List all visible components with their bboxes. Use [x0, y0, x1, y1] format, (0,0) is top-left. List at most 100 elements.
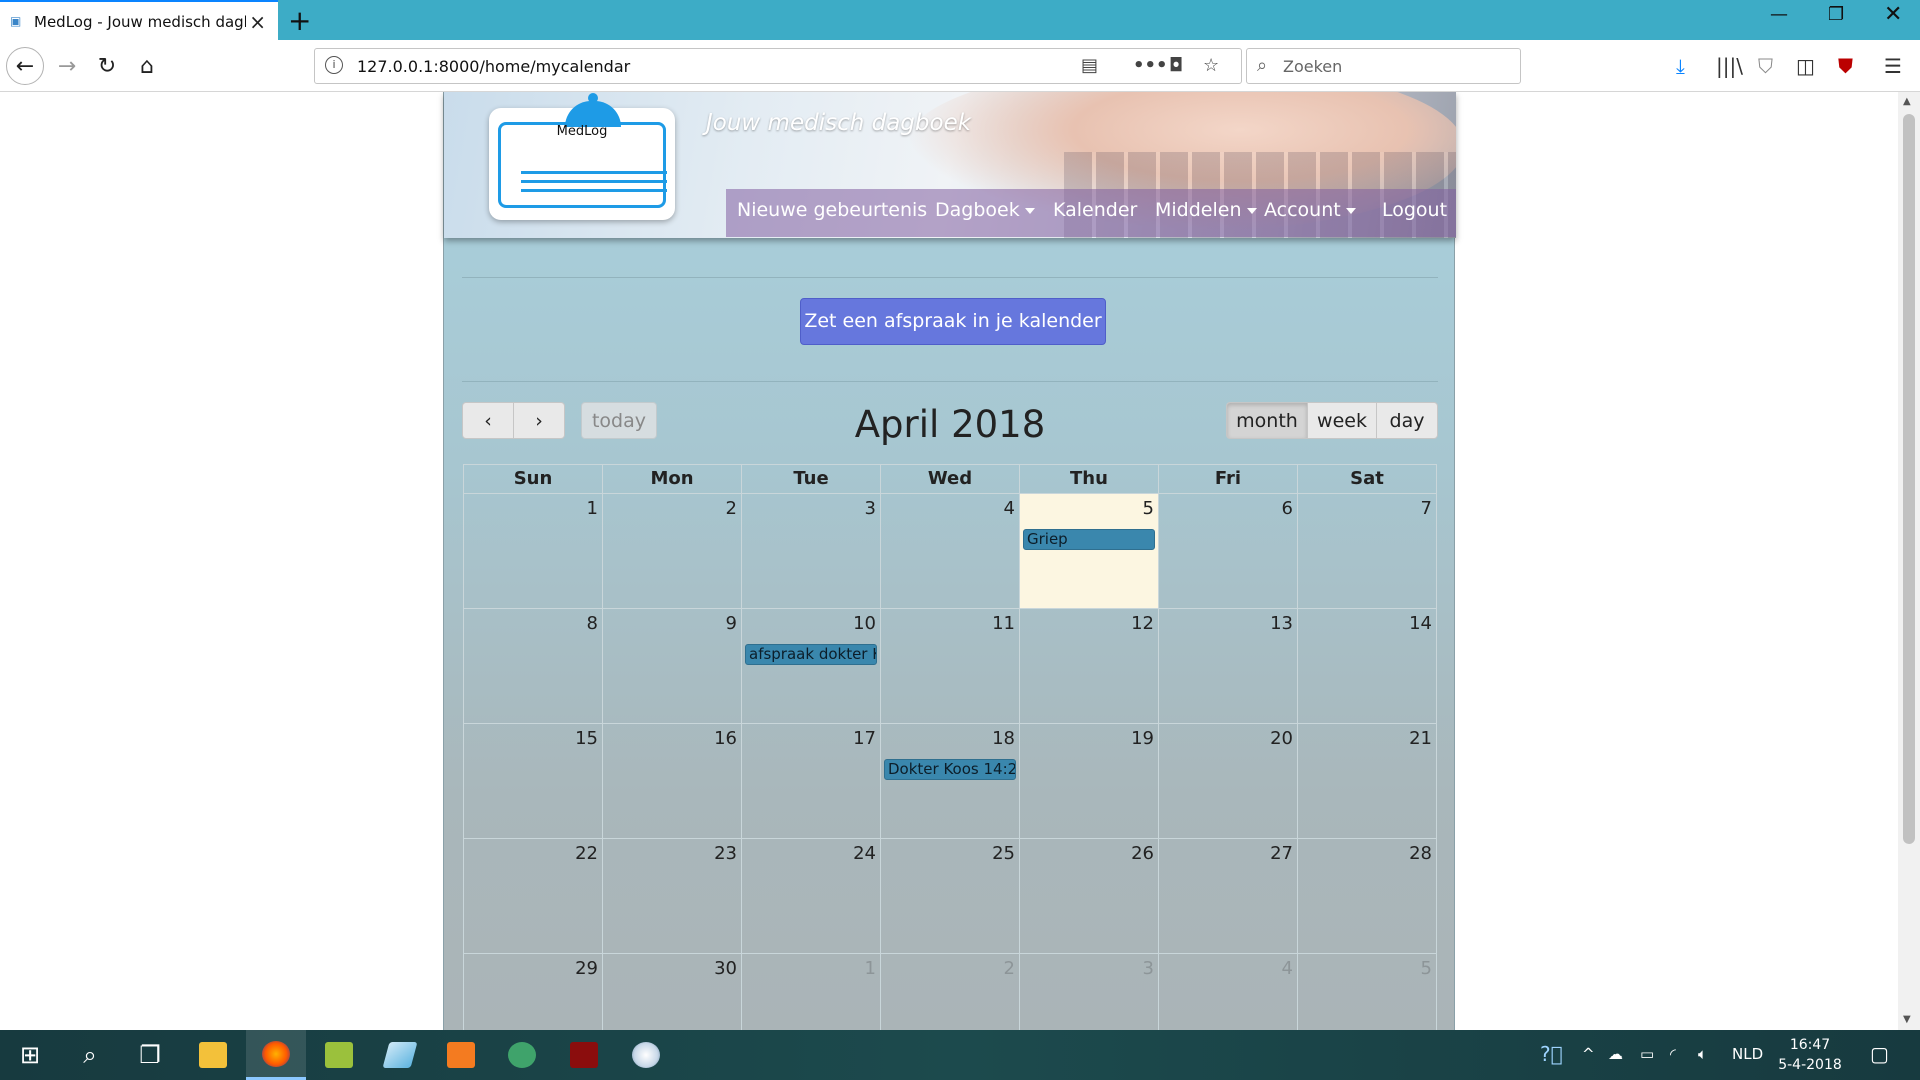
calendar-day-cell[interactable]: 2: [603, 494, 742, 609]
calendar-day-cell[interactable]: 22: [464, 839, 603, 954]
pocket-icon[interactable]: ◘: [1169, 55, 1183, 76]
tray-expand-icon[interactable]: ^: [1582, 1045, 1595, 1063]
sidebar-icon[interactable]: ◫: [1796, 54, 1815, 78]
calendar-day-cell[interactable]: 28: [1298, 839, 1437, 954]
calendar-day-cell[interactable]: 17: [742, 724, 881, 839]
notifications-icon[interactable]: ▢: [1870, 1042, 1889, 1066]
battery-icon[interactable]: ▭: [1640, 1045, 1654, 1063]
taskbar-search-icon[interactable]: ⌕: [60, 1030, 120, 1080]
wifi-icon[interactable]: ◜: [1670, 1045, 1676, 1063]
calendar-day-cell[interactable]: 9: [603, 609, 742, 724]
caret-down-icon: [1345, 207, 1356, 214]
day-view-button[interactable]: day: [1376, 402, 1438, 439]
reader-view-icon[interactable]: ▤: [1081, 55, 1098, 76]
nav-account-dropdown[interactable]: Account: [1264, 199, 1356, 221]
calendar-day-cell[interactable]: 24: [742, 839, 881, 954]
nav-meds-dropdown[interactable]: Middelen: [1155, 199, 1257, 221]
calendar-day-cell[interactable]: 4: [1159, 954, 1298, 1030]
calendar-day-cell[interactable]: 23: [603, 839, 742, 954]
sublime-app-icon[interactable]: [309, 1030, 369, 1080]
scroll-up-icon[interactable]: ▲: [1903, 96, 1911, 107]
calendar-day-cell[interactable]: 13: [1159, 609, 1298, 724]
url-bar[interactable]: i 127.0.0.1:8000/home/mycalendar ▤ ••• ◘…: [314, 48, 1242, 84]
calendar-day-cell[interactable]: 27: [1159, 839, 1298, 954]
add-appointment-button[interactable]: Zet een afspraak in je kalender: [800, 298, 1106, 345]
calendar-day-cell-today[interactable]: 5 Griep: [1020, 494, 1159, 609]
scrollbar-thumb[interactable]: [1903, 114, 1915, 844]
tab-close-icon[interactable]: ×: [249, 10, 266, 34]
firefox-icon[interactable]: [246, 1030, 306, 1080]
language-indicator[interactable]: NLD: [1732, 1045, 1763, 1063]
bookmark-star-icon[interactable]: ☆: [1203, 55, 1219, 76]
close-window-icon[interactable]: ✕: [1884, 2, 1902, 27]
calendar-day-cell[interactable]: 21: [1298, 724, 1437, 839]
restore-icon[interactable]: ❐: [1828, 4, 1844, 25]
calendar-day-cell[interactable]: 15: [464, 724, 603, 839]
calendar-day-cell[interactable]: 6: [1159, 494, 1298, 609]
month-view-button[interactable]: month: [1226, 402, 1308, 439]
calendar-event[interactable]: afspraak dokter Koos: [745, 644, 877, 665]
reload-icon[interactable]: ↻: [88, 47, 126, 85]
calendar-day-cell[interactable]: 8: [464, 609, 603, 724]
help-icon[interactable]: ?⃝: [1540, 1042, 1563, 1066]
minimize-icon[interactable]: —: [1770, 4, 1788, 25]
day-number: 21: [1409, 728, 1432, 749]
calendar-day-cell[interactable]: 16: [603, 724, 742, 839]
calendar-day-cell[interactable]: 14: [1298, 609, 1437, 724]
calendar-day-cell[interactable]: 1: [742, 954, 881, 1030]
medlog-logo[interactable]: MedLog: [489, 93, 675, 220]
search-input[interactable]: ⌕ Zoeken: [1246, 48, 1521, 84]
home-icon[interactable]: ⌂: [128, 47, 166, 85]
page-actions-icon[interactable]: •••: [1133, 55, 1168, 76]
atom-app-icon[interactable]: [492, 1030, 552, 1080]
ublock-icon[interactable]: ⛊: [1838, 54, 1853, 78]
nav-calendar[interactable]: Kalender: [1053, 199, 1137, 221]
calendar-day-cell[interactable]: 30: [603, 954, 742, 1030]
calendar-day-cell[interactable]: 26: [1020, 839, 1159, 954]
browser-tab[interactable]: ▣ MedLog - Jouw medisch dagboek ×: [0, 0, 278, 42]
calendar-day-cell[interactable]: 20: [1159, 724, 1298, 839]
volume-icon[interactable]: 🔈︎: [1698, 1045, 1707, 1063]
shield-icon[interactable]: ⛉: [1758, 54, 1773, 78]
calendar-day-cell[interactable]: 25: [881, 839, 1020, 954]
calendar-day-cell[interactable]: 29: [464, 954, 603, 1030]
file-explorer-icon[interactable]: [183, 1030, 243, 1080]
calendar-day-cell[interactable]: 18 Dokter Koos 14:23: [881, 724, 1020, 839]
calendar-day-cell[interactable]: 11: [881, 609, 1020, 724]
calendar-day-cell[interactable]: 10 afspraak dokter Koos: [742, 609, 881, 724]
week-view-button[interactable]: week: [1307, 402, 1377, 439]
caret-down-icon: [1246, 207, 1257, 214]
page-scrollbar[interactable]: ▲ ▼: [1898, 92, 1920, 1030]
calendar-day-cell[interactable]: 3: [1020, 954, 1159, 1030]
calendar-day-cell[interactable]: 2: [881, 954, 1020, 1030]
library-icon[interactable]: |||\: [1716, 54, 1743, 78]
onedrive-icon[interactable]: ☁: [1608, 1045, 1623, 1063]
calendar-event[interactable]: Dokter Koos 14:23: [884, 759, 1016, 780]
calendar-day-cell[interactable]: 5: [1298, 954, 1437, 1030]
scroll-down-icon[interactable]: ▼: [1903, 1014, 1911, 1025]
downloads-icon[interactable]: ⤓: [1676, 54, 1685, 78]
task-view-icon[interactable]: ❐: [120, 1030, 180, 1080]
calendar-day-cell[interactable]: 4: [881, 494, 1020, 609]
calendar-day-cell[interactable]: 19: [1020, 724, 1159, 839]
notepad-app-icon[interactable]: [370, 1030, 430, 1080]
new-tab-icon[interactable]: +: [288, 4, 311, 37]
calendar-day-cell[interactable]: 12: [1020, 609, 1159, 724]
nav-logout[interactable]: Logout: [1382, 199, 1447, 221]
site-info-icon[interactable]: i: [325, 56, 343, 74]
xampp-app-icon[interactable]: [431, 1030, 491, 1080]
nav-new-event[interactable]: Nieuwe gebeurtenis: [737, 199, 927, 221]
paint-app-icon[interactable]: [616, 1030, 676, 1080]
calendar-event[interactable]: Griep: [1023, 529, 1155, 550]
calendar-day-cell[interactable]: 7: [1298, 494, 1437, 609]
calendar-day-cell[interactable]: 1: [464, 494, 603, 609]
taskbar-clock[interactable]: 16:47 5-4-2018: [1774, 1035, 1846, 1075]
forward-icon[interactable]: →: [48, 47, 86, 85]
back-icon[interactable]: ←: [6, 47, 44, 85]
day-number: 24: [853, 843, 876, 864]
menu-icon[interactable]: ☰: [1884, 54, 1902, 78]
acrobat-app-icon[interactable]: [554, 1030, 614, 1080]
calendar-day-cell[interactable]: 3: [742, 494, 881, 609]
windows-start-icon[interactable]: ⊞: [0, 1030, 60, 1080]
nav-diary-dropdown[interactable]: Dagboek: [935, 199, 1035, 221]
